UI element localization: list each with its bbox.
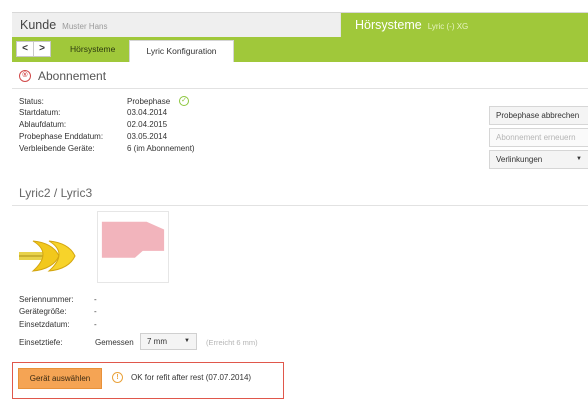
customer-name: Muster Hans [62,21,108,31]
hearing-system-name: Lyric (-) XG [427,21,469,31]
tab-hoersysteme[interactable]: Hörsysteme [70,44,115,54]
verbleibende-geraete-label: Verbleibende Geräte: [19,144,95,153]
refit-status-text: OK for refit after rest (07.07.2014) [131,373,252,382]
divider [12,205,588,206]
forward-button[interactable]: > [34,42,50,56]
probephase-enddatum-label: Probephase Enddatum: [19,132,104,141]
seriennummer-label: Seriennummer: [19,295,74,304]
hearing-systems-label: Hörsysteme [355,18,422,32]
cancel-trial-label: Probephase abbrechen [496,111,580,120]
chevron-down-icon: ▼ [184,338,190,344]
section-title-abonnement: Abonnement [38,69,107,83]
customer-label: Kunde [20,18,57,32]
einsetzdatum-value: - [94,320,97,329]
back-button[interactable]: < [17,42,34,56]
chevron-down-icon: ▼ [576,156,582,162]
geraetegroesse-value: - [94,307,97,316]
einsetzdatum-label: Einsetzdatum: [19,320,70,329]
customer-header: Kunde Muster Hans [12,13,341,37]
seriennummer-value: - [94,295,97,304]
tab-bar: < > Hörsysteme Lyric Konfiguration [12,37,588,62]
tab-lyric-konfiguration[interactable]: Lyric Konfiguration [129,40,234,62]
nav-buttons: < > [16,41,51,57]
startdatum-value: 03.04.2014 [127,108,168,117]
probephase-enddatum-value: 03.05.2014 [127,132,168,141]
header-bar: Kunde Muster Hans Hörsysteme Lyric (-) X… [12,12,588,37]
ablaufdatum-value: 02.04.2015 [127,120,168,129]
registered-icon: ® [19,70,31,82]
section-title-lyric: Lyric2 / Lyric3 [19,186,93,200]
app-window: Kunde Muster Hans Hörsysteme Lyric (-) X… [0,0,588,414]
warning-circle-icon: ! [112,372,123,383]
depth-select-value: 7 mm [147,337,167,346]
geraetegroesse-label: Gerätegröße: [19,307,67,316]
check-circle-icon: ✓ [179,96,189,106]
ablaufdatum-label: Ablaufdatum: [19,120,67,129]
divider [12,88,588,89]
ear-canal-image [97,211,169,283]
renew-subscription-label: Abonnement erneuern [496,133,576,142]
links-dropdown-label: Verlinkungen [496,155,543,164]
verbleibende-geraete-value: 6 (im Abonnement) [127,144,195,153]
einsetztiefe-label: Einsetztiefe: [19,338,63,347]
links-dropdown[interactable]: Verlinkungen ▼ [489,150,588,169]
depth-select[interactable]: 7 mm ▼ [140,333,197,350]
gemessen-label: Gemessen [95,338,134,347]
status-value: Probephase [127,97,171,106]
status-label: Status: [19,97,44,106]
renew-subscription-button[interactable]: Abonnement erneuern [489,128,588,147]
hearing-systems-header: Hörsysteme Lyric (-) XG [341,13,588,37]
cancel-trial-button[interactable]: Probephase abbrechen [489,106,588,125]
reached-depth-note: (Erreicht 6 mm) [206,338,258,347]
hearing-device-image [19,240,76,272]
select-device-button[interactable]: Gerät auswählen [18,368,102,389]
startdatum-label: Startdatum: [19,108,61,117]
